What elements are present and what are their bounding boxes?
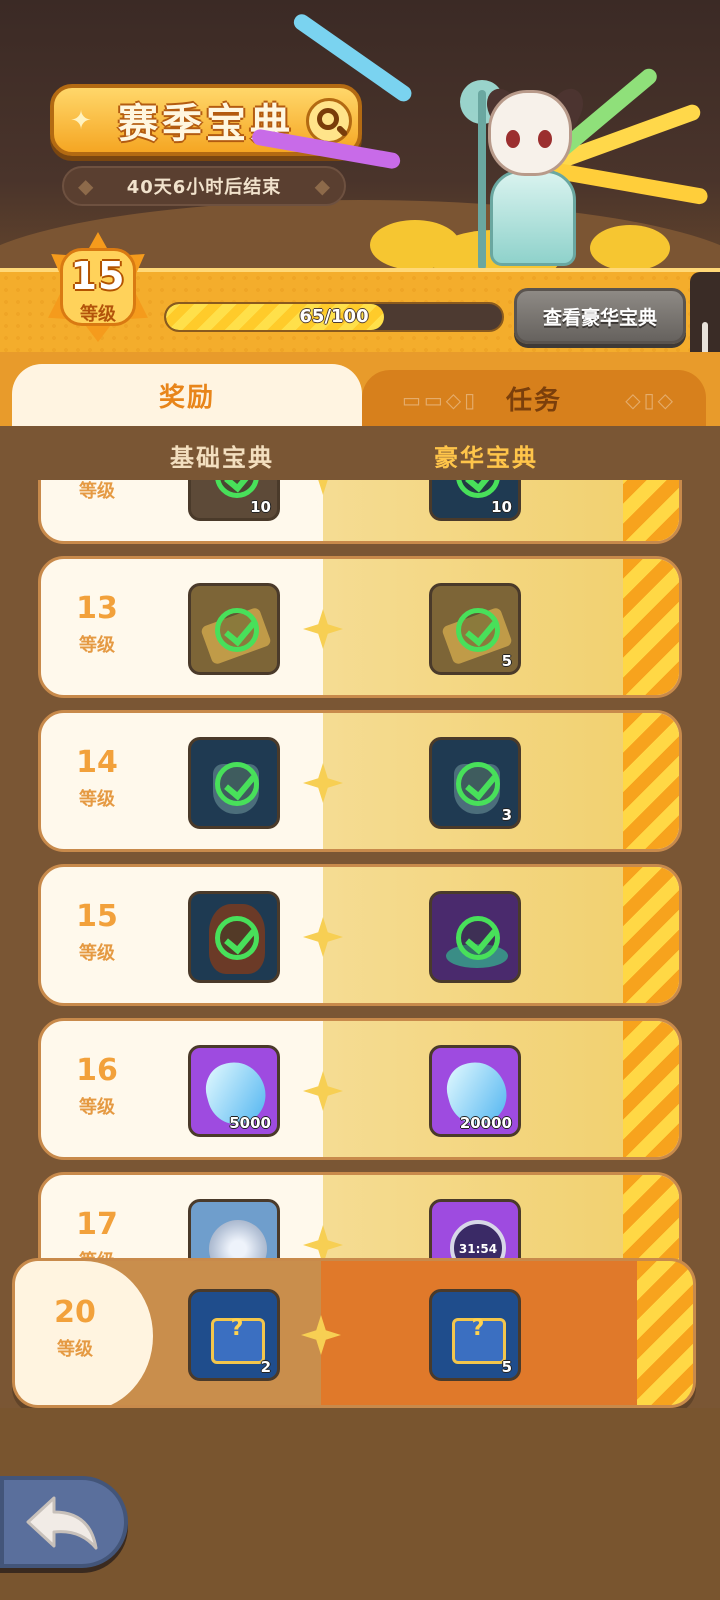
back-button[interactable]: [0, 1476, 128, 1568]
ticket-icon[interactable]: [188, 583, 280, 675]
reward-row: 16 等级 5000 20000: [38, 1018, 682, 1160]
reward-count: 5: [501, 652, 512, 670]
pinned-level: 20: [54, 1295, 96, 1330]
reward-count: 2: [260, 1358, 271, 1376]
cloud: [590, 225, 670, 271]
column-basic: 基础宝典: [170, 444, 274, 472]
reward-count: 5: [501, 1358, 512, 1376]
mystery-shield-icon[interactable]: [188, 737, 280, 829]
row-level-label: 等级: [79, 1097, 115, 1118]
mystery-chest-icon[interactable]: ? 5: [429, 1289, 521, 1381]
tab-decoration: ◇▯◇: [625, 388, 676, 412]
question-mark-icon: ?: [471, 1316, 485, 1341]
reward-row: 12 等级 10 10: [38, 480, 682, 544]
mascot-body: [490, 170, 576, 266]
diamond-icon: ◆: [314, 174, 330, 198]
staff: [478, 90, 486, 270]
claimed-check-icon: [456, 480, 500, 498]
reward-row: 14 等级 3: [38, 710, 682, 852]
gem-icon[interactable]: 5000: [188, 1045, 280, 1137]
reward-count: 5000: [229, 1114, 271, 1132]
diamond-icon: ◆: [78, 174, 94, 198]
reward-list[interactable]: 12 等级 10 10 13 等级 5 14 等级: [0, 480, 720, 1280]
current-level: 15: [70, 254, 126, 298]
column-headers: 基础宝典 豪华宝典: [0, 426, 720, 480]
sparkle-icon: ✦: [70, 106, 92, 136]
row-level: 14: [76, 745, 118, 780]
claimed-check-icon: [456, 916, 500, 960]
ticket-icon[interactable]: 5: [429, 583, 521, 675]
mystery-shield-icon[interactable]: 3: [429, 737, 521, 829]
mascot-head: [488, 90, 572, 176]
mystery-chest-icon[interactable]: ? 2: [188, 1289, 280, 1381]
reward-count: 20000: [459, 1114, 512, 1132]
season-countdown: ◆ 40天6小时后结束 ◆: [62, 166, 346, 206]
reward-count: 10: [250, 498, 271, 516]
mascot-eye: [538, 130, 552, 148]
gem-icon[interactable]: 20000: [429, 1045, 521, 1137]
row-stripe: [623, 559, 679, 695]
current-level-label: 等级: [80, 304, 116, 325]
reward-count: 10: [491, 498, 512, 516]
level-progress-bar: 65/100: [164, 302, 504, 332]
row-level-label: 等级: [79, 789, 115, 810]
tab-rewards-label: 奖励: [158, 382, 215, 413]
level-progress-text: 65/100: [299, 306, 369, 327]
claimed-check-icon: [456, 762, 500, 806]
view-deluxe-button[interactable]: 查看豪华宝典: [514, 288, 686, 344]
row-stripe: [623, 867, 679, 1003]
row-level: 16: [76, 1053, 118, 1088]
costume-icon[interactable]: [188, 891, 280, 983]
search-icon: [317, 108, 339, 130]
claimed-check-icon: [215, 480, 259, 498]
row-level-label: 等级: [79, 481, 115, 502]
pinned-reward-row: 20 等级 ? 2 ? 5: [12, 1258, 696, 1408]
column-deluxe: 豪华宝典: [434, 444, 538, 472]
search-icon-handle: [335, 124, 349, 138]
row-level: 17: [76, 1207, 118, 1242]
stopwatch-time: 31:54: [458, 1242, 498, 1256]
reward-count: 3: [501, 806, 512, 824]
claimed-check-icon: [456, 608, 500, 652]
shield-gem-icon[interactable]: 10: [429, 480, 521, 521]
countdown-text: 40天6小时后结束: [126, 177, 282, 198]
effect-icon[interactable]: [429, 891, 521, 983]
mascot-eye: [506, 130, 520, 148]
claimed-check-icon: [215, 608, 259, 652]
question-mark-icon: ?: [230, 1316, 244, 1341]
row-level: 15: [76, 899, 118, 934]
claimed-check-icon: [215, 762, 259, 806]
tab-decoration: ▭▭◇▯: [402, 388, 479, 412]
reward-row: 15 等级: [38, 864, 682, 1006]
row-stripe: [637, 1261, 693, 1405]
row-level: 13: [76, 591, 118, 626]
row-stripe: [623, 480, 679, 541]
search-button[interactable]: [306, 98, 352, 144]
back-arrow-icon: [26, 1496, 98, 1550]
mascot-illustration: [250, 11, 720, 286]
bone-chest-icon[interactable]: 10: [188, 480, 280, 521]
level-badge: 15 等级: [46, 232, 150, 342]
row-level-label: 等级: [79, 943, 115, 964]
row-stripe: [623, 1021, 679, 1157]
view-deluxe-label: 查看豪华宝典: [542, 306, 657, 329]
pinned-level-label: 等级: [57, 1339, 93, 1360]
row-level-label: 等级: [79, 635, 115, 656]
tab-tasks[interactable]: ▭▭◇▯ 任务 ◇▯◇: [362, 370, 706, 426]
row-stripe: [623, 713, 679, 849]
tab-tasks-label: 任务: [505, 385, 562, 416]
tab-rewards[interactable]: 奖励: [12, 364, 362, 426]
claimed-check-icon: [215, 916, 259, 960]
reward-row: 13 等级 5: [38, 556, 682, 698]
